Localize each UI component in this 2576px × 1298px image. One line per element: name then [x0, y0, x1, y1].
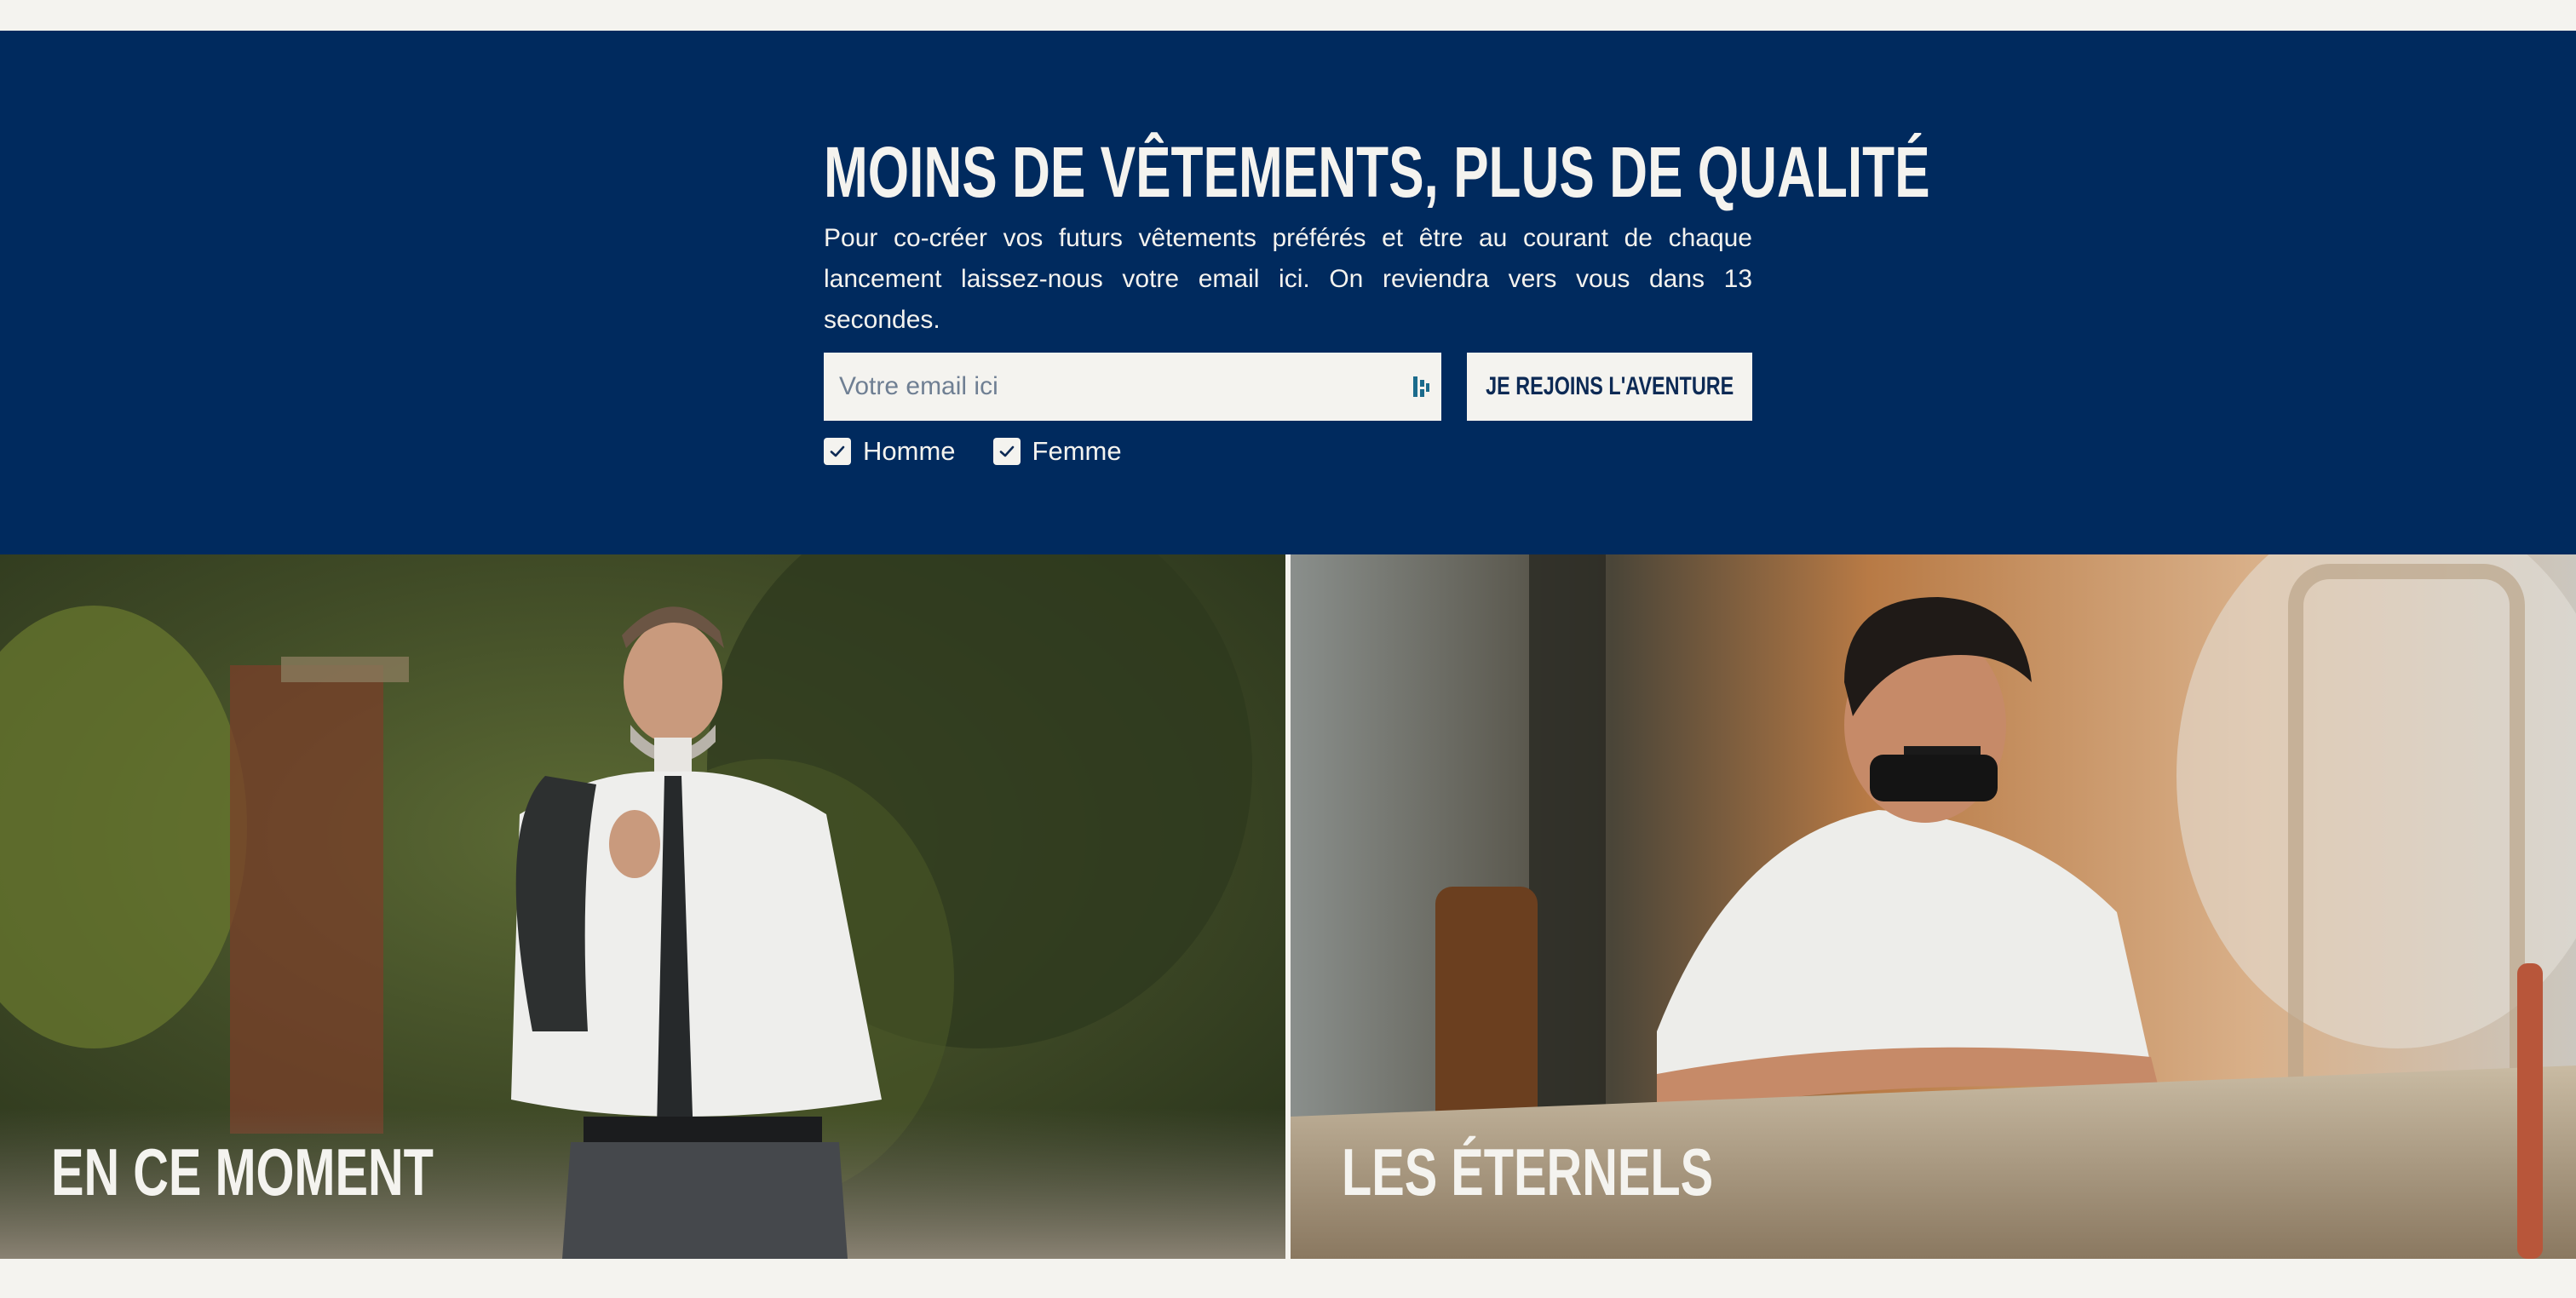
- option-homme[interactable]: Homme: [824, 436, 956, 467]
- join-button-label: JE REJOINS L'AVENTURE: [1485, 372, 1734, 400]
- panel-en-ce-moment[interactable]: EN CE MOMENT: [0, 554, 1285, 1259]
- checkbox-femme[interactable]: [992, 438, 1021, 465]
- password-manager-icon[interactable]: [1412, 375, 1432, 399]
- checkbox-homme[interactable]: [824, 438, 851, 465]
- email-input[interactable]: [824, 353, 1441, 421]
- newsletter-title: MOINS DE VÊTEMENTS, PLUS DE QUALITÉ: [824, 132, 1930, 212]
- bottom-strip: [0, 1259, 2576, 1298]
- join-adventure-button[interactable]: JE REJOINS L'AVENTURE: [1467, 353, 1752, 421]
- signup-form: JE REJOINS L'AVENTURE: [824, 353, 1752, 421]
- panel-label: LES ÉTERNELS: [1342, 1134, 1714, 1209]
- check-icon: [999, 445, 1014, 457]
- check-icon: [830, 445, 845, 457]
- panel-les-eternels[interactable]: LES ÉTERNELS: [1291, 554, 2576, 1259]
- panel-label: EN CE MOMENT: [51, 1134, 434, 1209]
- option-label: Femme: [1032, 436, 1122, 466]
- newsletter-content: MOINS DE VÊTEMENTS, PLUS DE QUALITÉ Pour…: [824, 132, 1930, 466]
- gender-options: Homme Femme: [824, 434, 1159, 468]
- newsletter-description: Pour co-créer vos futurs vêtements préfé…: [824, 224, 1752, 334]
- option-femme[interactable]: Femme: [992, 436, 1122, 467]
- newsletter-section: MOINS DE VÊTEMENTS, PLUS DE QUALITÉ Pour…: [0, 31, 2576, 554]
- option-label: Homme: [863, 436, 956, 466]
- top-strip: [0, 0, 2576, 31]
